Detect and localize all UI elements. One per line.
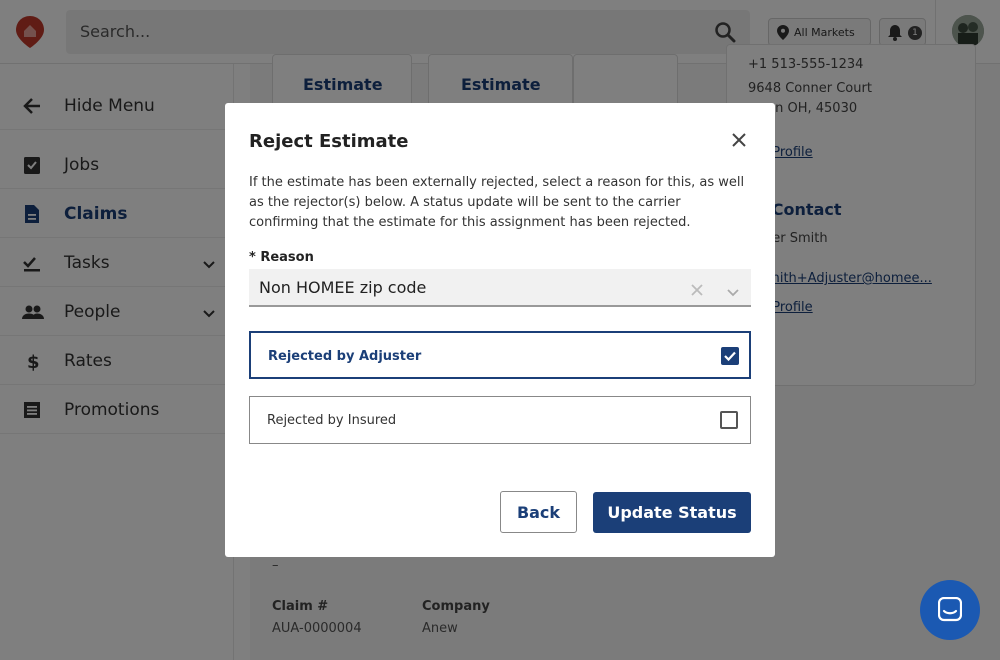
checkbox-label: Rejected by Insured bbox=[267, 413, 397, 428]
reject-estimate-dialog: Reject Estimate If the estimate has been… bbox=[225, 103, 775, 557]
checkbox-unchecked-icon[interactable] bbox=[720, 411, 738, 429]
checkbox-label: Rejected by Adjuster bbox=[268, 349, 422, 364]
rejected-by-insured-checkbox[interactable]: Rejected by Insured bbox=[249, 396, 751, 444]
dialog-description: If the estimate has been externally reje… bbox=[249, 175, 745, 230]
chevron-down-icon[interactable] bbox=[726, 283, 740, 297]
chat-icon bbox=[938, 597, 962, 622]
rejected-by-adjuster-checkbox[interactable]: Rejected by Adjuster bbox=[249, 331, 751, 379]
clear-icon[interactable] bbox=[691, 281, 703, 296]
back-button[interactable]: Back bbox=[500, 491, 577, 533]
close-icon[interactable] bbox=[732, 132, 746, 147]
reason-selected-value: Non HOMEE zip code bbox=[259, 278, 427, 297]
chat-launcher-button[interactable] bbox=[920, 580, 980, 640]
update-status-button[interactable]: Update Status bbox=[593, 492, 751, 533]
checkbox-checked-icon[interactable] bbox=[721, 347, 739, 365]
dialog-title: Reject Estimate bbox=[249, 131, 409, 152]
reason-select[interactable]: Non HOMEE zip code bbox=[249, 269, 751, 307]
reason-label: * Reason bbox=[249, 250, 314, 265]
